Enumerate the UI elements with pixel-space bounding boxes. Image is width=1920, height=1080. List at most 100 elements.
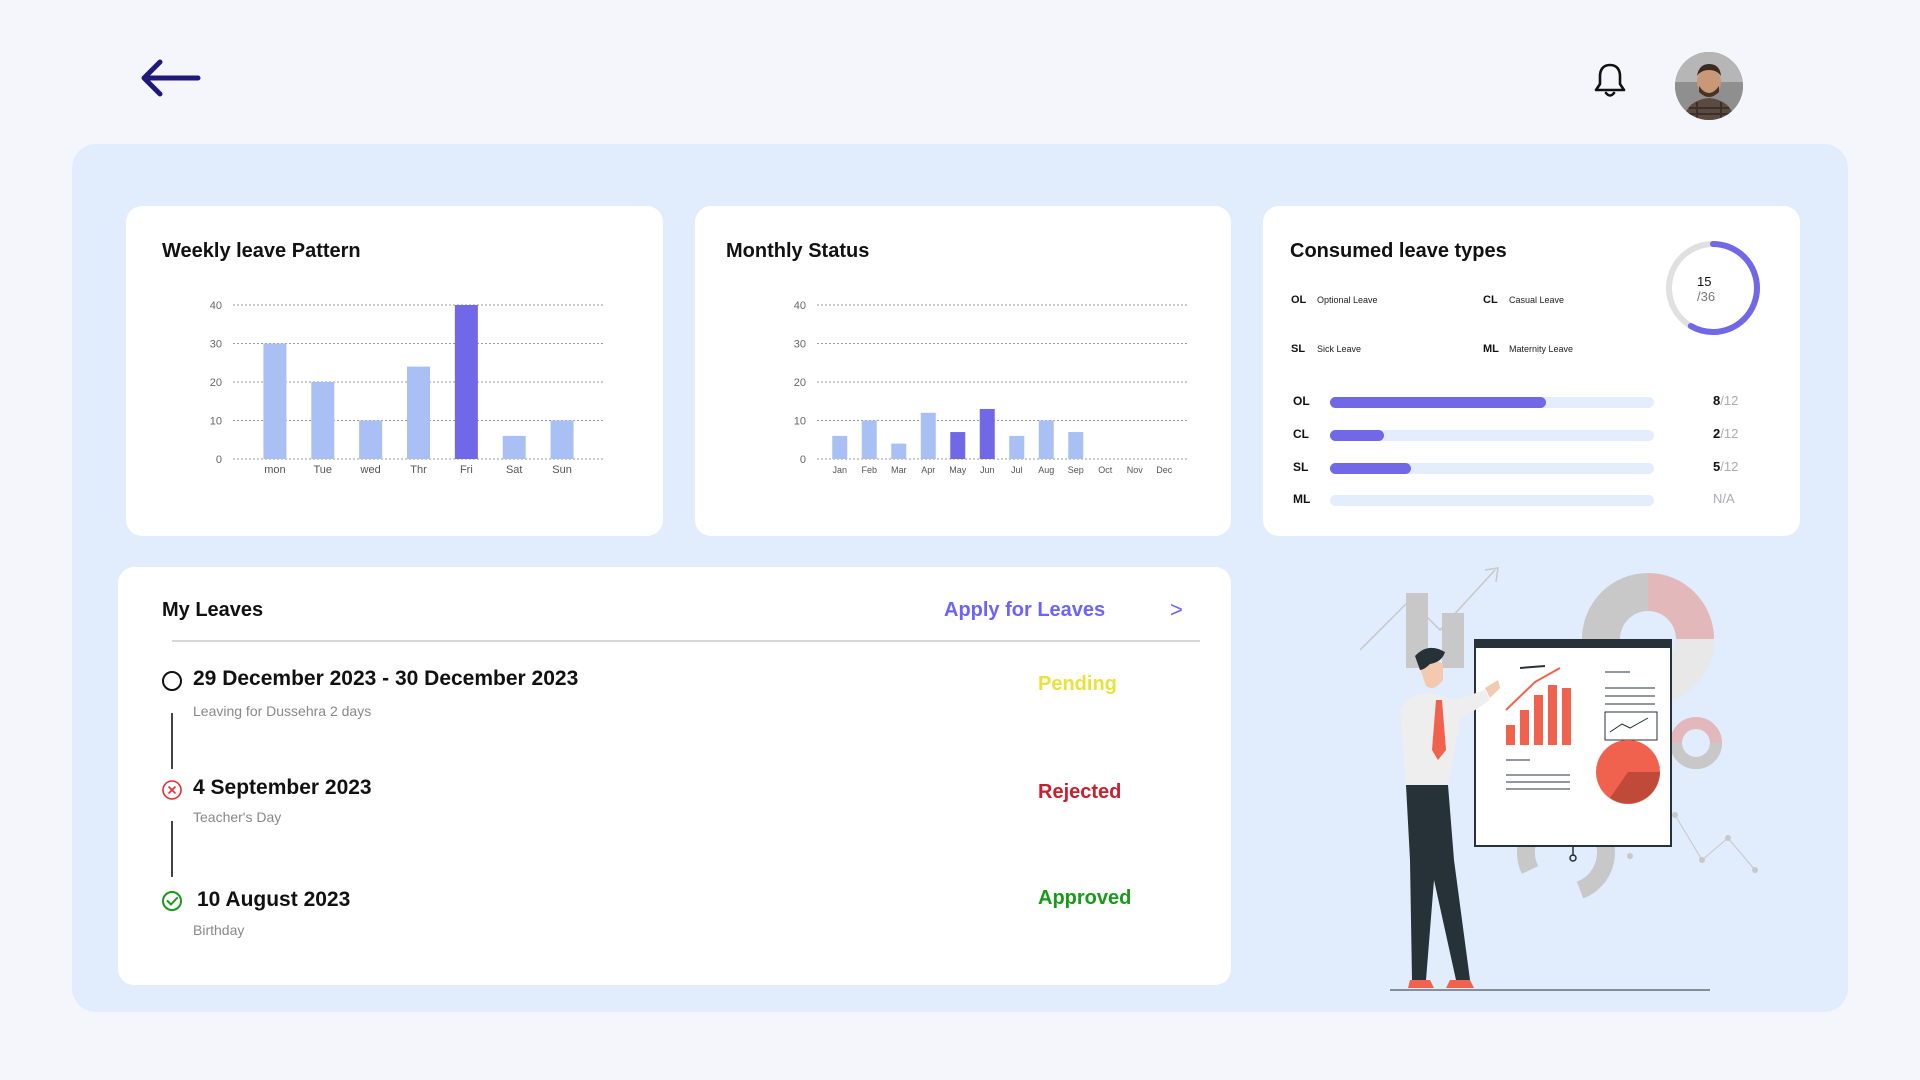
legend-code: ML	[1483, 343, 1499, 355]
x-tick-label: Sun	[552, 464, 572, 476]
x-tick-label: Oct	[1098, 465, 1113, 475]
progress-row-ml: ML N/A	[1293, 490, 1763, 510]
avatar-image	[1675, 52, 1743, 120]
progress-track	[1330, 463, 1654, 474]
leave-description: Teacher's Day	[193, 809, 282, 825]
y-tick-label: 40	[210, 300, 222, 312]
monthly-bar-chart: 40 30 20 10 0 Jan Feb Mar Apr May Jun Jul Aug Sep Oct N…	[794, 300, 1187, 475]
progress-track	[1330, 495, 1654, 506]
ring-used: 15	[1697, 274, 1712, 289]
progress-fill	[1330, 430, 1384, 441]
monthly-status-card: Monthly Status 40 30 20 10 0 Jan Feb Mar Apr May J…	[695, 206, 1231, 536]
x-tick-label: Jan	[832, 465, 847, 475]
user-avatar[interactable]	[1675, 52, 1743, 120]
approved-check-icon	[162, 891, 182, 911]
bar-jul	[1009, 435, 1025, 459]
y-tick-label: 10	[794, 416, 806, 428]
consumed-title: Consumed leave types	[1290, 240, 1507, 262]
progress-value: 2/12	[1713, 426, 1739, 441]
bar-sep	[1068, 432, 1084, 459]
bar-tue	[311, 382, 335, 459]
progress-row-sl: SL 5/12	[1293, 458, 1763, 478]
bar-aug	[1038, 420, 1054, 459]
weekly-bar-chart: 40 30 20 10 0 mon Tue wed Thr Fri Sat Sun	[210, 300, 604, 476]
legend-name: Optional Leave	[1317, 295, 1378, 305]
x-tick-label: May	[949, 465, 967, 475]
x-tick-label: Thr	[410, 464, 427, 476]
bar-apr	[920, 412, 936, 459]
x-tick-label: Jun	[980, 465, 995, 475]
progress-row-cl: CL 2/12	[1293, 425, 1763, 445]
status-badge: Approved	[1038, 887, 1132, 909]
ring-center-label: 15 /36	[1697, 274, 1715, 304]
leave-date: 29 December 2023 - 30 December 2023	[193, 667, 579, 690]
legend-ol: OL Optional Leave	[1291, 294, 1378, 306]
y-tick-label: 0	[216, 454, 222, 466]
pending-circle-icon	[162, 671, 182, 691]
presentation-illustration	[1359, 567, 1758, 991]
legend-code: OL	[1291, 294, 1307, 306]
status-badge: Rejected	[1038, 781, 1122, 803]
legend-sl: SL Sick Leave	[1291, 343, 1361, 355]
consumed-leave-card: Consumed leave types OL Optional Leave C…	[1263, 206, 1800, 536]
progress-code: SL	[1293, 460, 1309, 474]
progress-value: 5/12	[1713, 459, 1739, 474]
bar-wed	[359, 420, 383, 459]
arrow-left-icon	[141, 59, 201, 97]
x-tick-label: Sat	[506, 464, 523, 476]
progress-track	[1330, 430, 1654, 441]
bar-fri	[454, 305, 478, 459]
progress-value: N/A	[1713, 491, 1735, 506]
progress-code: CL	[1293, 427, 1309, 441]
x-tick-label: Tue	[314, 464, 333, 476]
status-badge: Pending	[1038, 673, 1117, 695]
legend-name: Sick Leave	[1317, 344, 1362, 354]
progress-fill	[1330, 397, 1546, 408]
leave-description: Birthday	[193, 922, 245, 938]
bar-mar	[891, 443, 907, 459]
progress-row-ol: OL 8/12	[1293, 392, 1763, 412]
bar-jun	[979, 408, 995, 459]
ring-total: /36	[1697, 289, 1716, 304]
x-tick-label: Aug	[1038, 465, 1054, 475]
bar-feb	[861, 420, 877, 459]
x-tick-label: Dec	[1156, 465, 1173, 475]
progress-code: OL	[1293, 394, 1310, 408]
back-button[interactable]	[136, 56, 204, 100]
x-tick-label: Fri	[460, 464, 473, 476]
y-tick-label: 30	[794, 339, 806, 351]
progress-track	[1330, 397, 1654, 408]
y-tick-label: 20	[794, 377, 806, 389]
apply-for-leaves-link[interactable]: Apply for Leaves	[944, 599, 1105, 622]
bar-may	[950, 432, 966, 459]
legend-name: Casual Leave	[1509, 295, 1565, 305]
y-tick-label: 40	[794, 300, 806, 312]
y-tick-label: 0	[800, 454, 806, 466]
chevron-right-icon[interactable]: >	[1170, 597, 1183, 623]
x-tick-label: Jul	[1011, 465, 1023, 475]
timeline-connector	[171, 713, 173, 769]
rejected-x-icon	[162, 780, 182, 800]
leave-date: 4 September 2023	[193, 776, 372, 799]
x-tick-label: Mar	[891, 465, 907, 475]
bar-jan	[832, 435, 848, 459]
leave-date: 10 August 2023	[197, 888, 351, 911]
my-leaves-title: My Leaves	[162, 599, 264, 621]
y-tick-label: 30	[210, 339, 222, 351]
timeline-connector	[171, 821, 173, 877]
my-leaves-card: My Leaves Apply for Leaves > 29 December…	[118, 567, 1231, 985]
progress-code: ML	[1293, 492, 1311, 506]
legend-name: Maternity Leave	[1509, 344, 1574, 354]
y-tick-label: 20	[210, 377, 222, 389]
progress-fill	[1330, 463, 1411, 474]
x-tick-label: Feb	[861, 465, 877, 475]
bar-mon	[263, 343, 287, 459]
legend-code: SL	[1291, 343, 1306, 355]
x-tick-label: Sep	[1068, 465, 1084, 475]
y-tick-label: 10	[210, 416, 222, 428]
divider	[172, 640, 1200, 642]
legend-cl: CL Casual Leave	[1483, 294, 1564, 306]
x-tick-label: wed	[360, 464, 381, 476]
progress-value: 8/12	[1713, 393, 1739, 408]
notification-button[interactable]	[1590, 60, 1630, 100]
